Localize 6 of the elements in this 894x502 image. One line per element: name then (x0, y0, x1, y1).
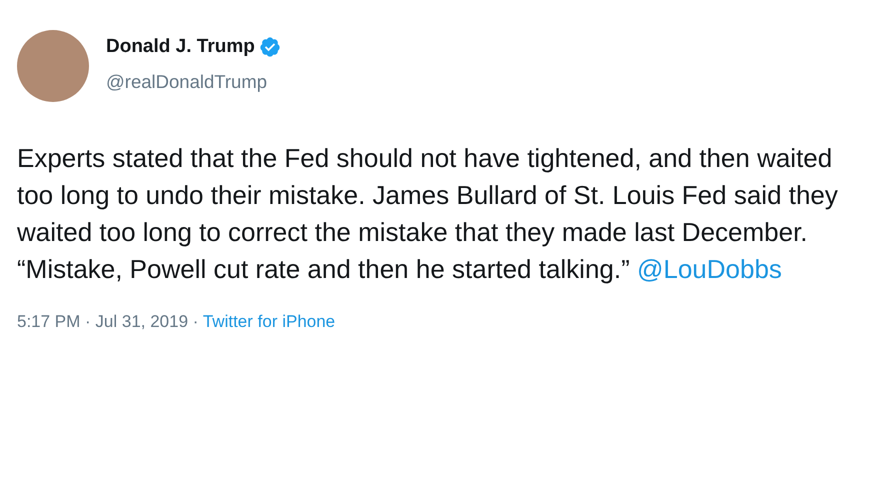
source-link[interactable]: Twitter for iPhone (202, 312, 336, 331)
tweet-text: Experts stated that the Fed should not have tightened, and then waited too long to undo their mistake. James Bullard of St. Louis Fed said they waited too long to correct the mistake that they made last December. “Mistake, Powell cut rate and then he started talking.” @LouDobbs (17, 140, 867, 288)
mention-link[interactable]: @LouDobbs (636, 251, 782, 288)
author-name[interactable]: Donald J. Trump (106, 36, 255, 58)
author-handle[interactable]: @realDonaldTrump (106, 71, 281, 93)
tweet-timestamp: 5:17 PM · Jul 31, 2019 · (17, 312, 200, 331)
